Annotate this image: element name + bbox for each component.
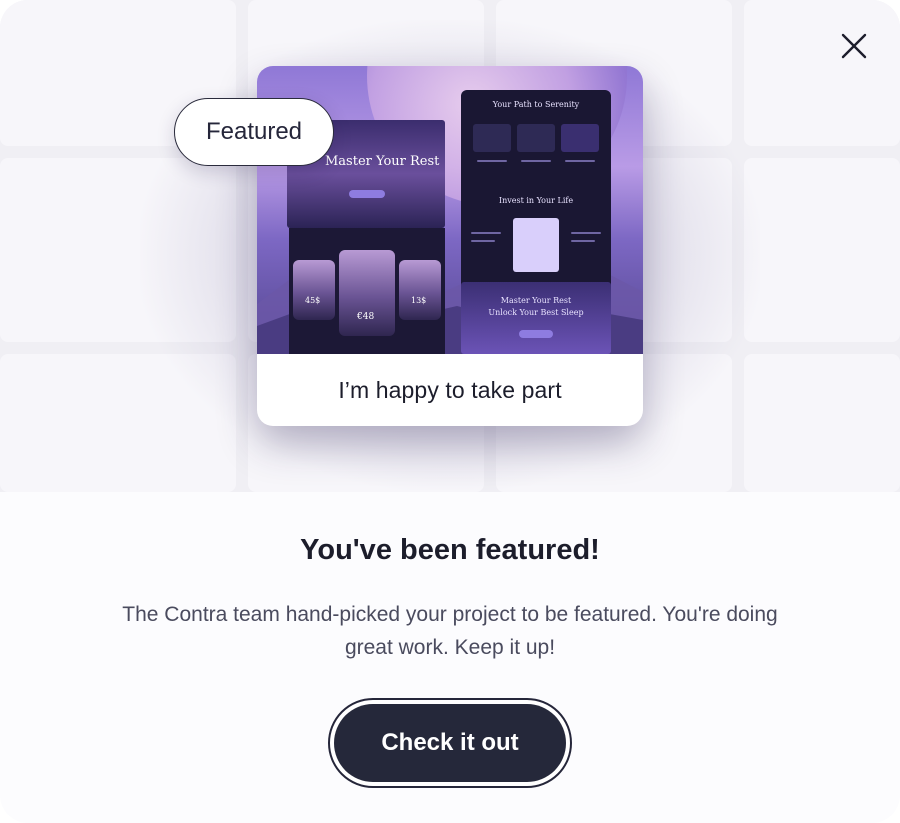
featured-dialog: Master Your Rest 45$ €48 13$ Your Path t [0, 0, 900, 823]
preview-unlock-section [461, 282, 611, 354]
preview-text-line [565, 160, 595, 162]
preview-card-price: €48 [357, 312, 375, 322]
dialog-message: The Contra team hand-picked your project… [122, 603, 778, 659]
preview-feature-tile [517, 124, 555, 152]
close-button[interactable] [834, 26, 874, 66]
preview-hero-button [349, 190, 385, 198]
preview-feature-tile [561, 124, 599, 152]
background-tile [744, 0, 900, 146]
preview-feature-tile [473, 124, 511, 152]
preview-pricing-card [513, 218, 559, 272]
featured-badge: Featured [174, 98, 334, 166]
project-caption: I’m happy to take part [338, 376, 562, 403]
hero-area: Master Your Rest 45$ €48 13$ Your Path t [0, 0, 900, 492]
preview-text-line [571, 232, 601, 234]
preview-card: €48 [339, 250, 395, 336]
background-tile [744, 354, 900, 492]
preview-text-line [521, 160, 551, 162]
preview-card: 45$ [293, 260, 335, 320]
dialog-title: You've been featured! [300, 534, 600, 566]
preview-card: 13$ [399, 260, 441, 320]
preview-card-price: 45$ [305, 296, 321, 305]
preview-path-heading: Your Path to Serenity [492, 100, 580, 109]
preview-cards-section: 45$ €48 13$ [289, 228, 445, 354]
preview-unlock-heading: Master Your Rest [500, 296, 572, 305]
preview-page-section: Your Path to Serenity Invest in Your Lif… [461, 90, 611, 354]
background-tile [744, 158, 900, 342]
check-it-out-button[interactable]: Check it out [334, 704, 566, 782]
preview-card-price: 13$ [411, 296, 427, 305]
preview-text-line [571, 240, 595, 242]
preview-unlock-subheading: Unlock Your Best Sleep [488, 308, 584, 317]
preview-text-line [471, 240, 495, 242]
preview-unlock-button [519, 330, 553, 338]
preview-text-line [477, 160, 507, 162]
preview-hero-heading: Master Your Rest [325, 154, 440, 169]
close-x-icon [841, 33, 867, 59]
preview-invest-heading: Invest in Your Life [498, 196, 574, 205]
preview-text-line [471, 232, 501, 234]
